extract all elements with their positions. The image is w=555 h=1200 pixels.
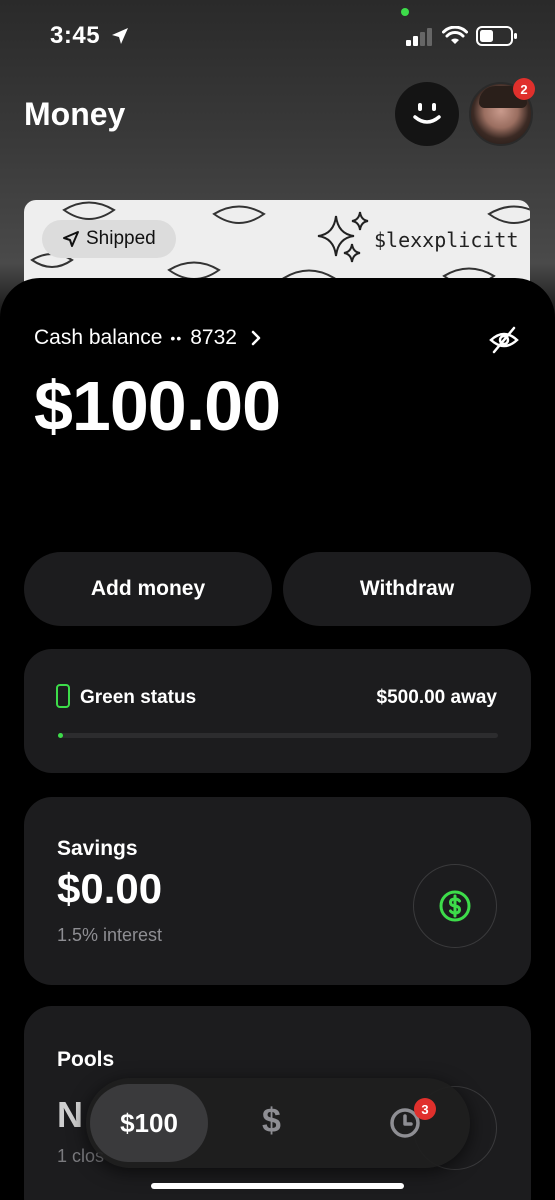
- green-status-away-amount: $500.00 away: [376, 687, 497, 708]
- privacy-indicator-dot: [401, 8, 409, 16]
- savings-interest-rate: 1.5% interest: [57, 925, 163, 945]
- green-status-card-icon: [56, 684, 70, 708]
- page-title: Money: [24, 96, 126, 132]
- shipped-status-chip: Shipped: [42, 220, 176, 258]
- green-status-progress-fill: [58, 733, 63, 738]
- bottom-tab-bar: $100 $ 3: [86, 1078, 470, 1168]
- pools-amount-partial: N: [57, 1094, 83, 1135]
- add-money-button[interactable]: Add money: [24, 552, 272, 626]
- tab-money[interactable]: $100: [90, 1084, 208, 1162]
- activity-badge: 3: [414, 1098, 436, 1120]
- green-status-label: Green status: [80, 687, 197, 708]
- hide-balance-eye-icon[interactable]: [488, 325, 520, 355]
- green-status-progress-track: [58, 733, 498, 738]
- sparkle-icon: [317, 211, 369, 263]
- status-time: 3:45: [50, 22, 101, 49]
- location-arrow-icon: [112, 28, 128, 44]
- withdraw-button[interactable]: Withdraw: [283, 552, 531, 626]
- shipped-label: Shipped: [86, 228, 156, 249]
- smiley-face-icon: [413, 103, 441, 124]
- cash-balance-label: Cash balance: [34, 326, 163, 349]
- cashtag-label: $lexxplicitt: [374, 228, 519, 252]
- savings-card[interactable]: Savings $0.00 1.5% interest: [24, 797, 531, 985]
- battery-icon: [476, 26, 517, 46]
- notification-badge: 2: [513, 78, 535, 100]
- wifi-icon: [442, 26, 468, 44]
- status-bar: 3:45: [0, 0, 555, 70]
- cash-balance-link[interactable]: Cash balance •• 8732: [34, 326, 267, 350]
- home-indicator[interactable]: [151, 1183, 404, 1189]
- green-status-card[interactable]: Green status $500.00 away: [24, 649, 531, 773]
- support-chat-button[interactable]: [395, 82, 459, 146]
- pools-title: Pools: [57, 1048, 115, 1071]
- savings-amount: $0.00: [57, 865, 163, 912]
- masked-account-dots: ••: [170, 330, 183, 346]
- dollar-circle-icon: [439, 890, 471, 922]
- tab-pay[interactable]: $: [262, 1102, 281, 1141]
- savings-action-button[interactable]: [413, 864, 497, 948]
- paper-plane-icon: [63, 231, 79, 247]
- cellular-signal-icon: [406, 28, 432, 46]
- chevron-right-icon: [251, 330, 261, 346]
- savings-title: Savings: [57, 837, 138, 860]
- account-last4: 8732: [190, 326, 237, 349]
- cash-balance-amount: $100.00: [34, 367, 281, 445]
